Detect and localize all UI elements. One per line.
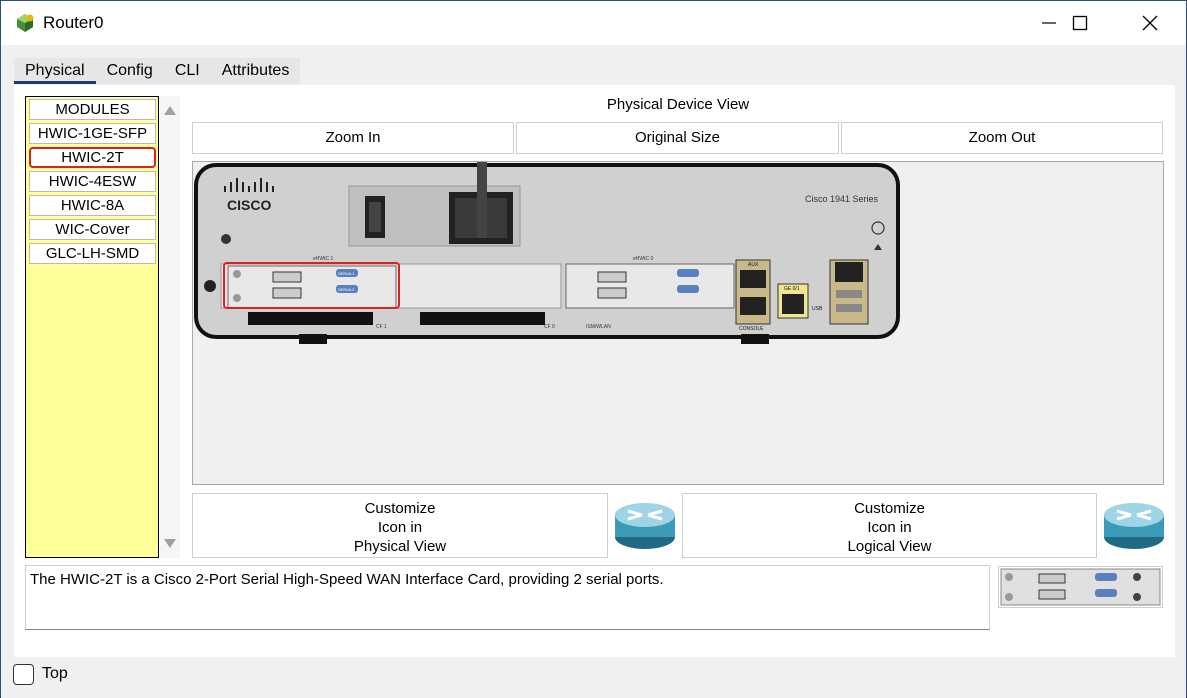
svg-text:ISM/WLAN: ISM/WLAN — [586, 324, 611, 330]
modules-list[interactable]: MODULES HWIC-1GE-SFP HWIC-2T HWIC-4ESW H… — [25, 96, 159, 558]
svg-text:eHWIC 1: eHWIC 1 — [313, 256, 334, 262]
slot-ehwic0[interactable] — [565, 263, 735, 309]
zoom-out-button[interactable]: Zoom Out — [841, 122, 1163, 154]
customize-physical-icon-button[interactable]: Customize Icon in Physical View — [192, 493, 608, 558]
close-icon — [1142, 15, 1158, 31]
module-item-glc-lh-smd[interactable]: GLC-LH-SMD — [29, 243, 156, 264]
physical-tab-content: MODULES HWIC-1GE-SFP HWIC-2T HWIC-4ESW H… — [14, 85, 1175, 657]
close-button[interactable] — [1115, 1, 1185, 45]
scroll-down-arrow-icon[interactable] — [164, 539, 176, 548]
router-physical-icon — [615, 503, 675, 549]
maximize-icon — [1072, 15, 1088, 31]
zoom-in-button[interactable]: Zoom In — [192, 122, 514, 154]
top-label: Top — [42, 665, 68, 682]
packet-tracer-icon — [17, 14, 34, 32]
tab-physical[interactable]: Physical — [14, 58, 96, 84]
svg-text:CF 0: CF 0 — [544, 324, 555, 330]
cisco-logo-text: CISCO — [227, 197, 271, 213]
tab-attributes[interactable]: Attributes — [211, 58, 301, 84]
window-title: Router0 — [43, 13, 104, 32]
tab-config[interactable]: Config — [96, 58, 164, 84]
customize-logical-icon-button[interactable]: Customize Icon in Logical View — [682, 493, 1097, 558]
router-logical-icon — [1104, 503, 1164, 549]
module-item-hwic-4esw[interactable]: HWIC-4ESW — [29, 171, 156, 192]
maximize-button[interactable] — [1045, 1, 1115, 45]
module-description: The HWIC-2T is a Cisco 2-Port Serial Hig… — [25, 565, 990, 630]
series-label: Cisco 1941 Series — [805, 194, 879, 204]
svg-text:GE 0/1: GE 0/1 — [784, 286, 800, 292]
svg-text:SERIAL0: SERIAL0 — [338, 287, 355, 292]
module-item-wic-cover[interactable]: WIC-Cover — [29, 219, 156, 240]
scroll-up-arrow-icon[interactable] — [164, 106, 176, 115]
svg-text:CONSOLE: CONSOLE — [739, 326, 764, 332]
footer-bar: Top — [1, 657, 1186, 698]
module-thumbnail — [998, 566, 1163, 608]
device-view-canvas[interactable]: CISCO Cisco 1941 Series eHWIC 1 SERIAL1 … — [192, 161, 1164, 485]
module-item-hwic-8a[interactable]: HWIC-8A — [29, 195, 156, 216]
tab-cli[interactable]: CLI — [164, 58, 211, 84]
physical-device-view-label: Physical Device View — [606, 96, 750, 113]
tab-bar: Physical Config CLI Attributes — [14, 58, 301, 84]
hwic-2t-card[interactable] — [227, 265, 397, 309]
module-item-hwic-2t[interactable]: HWIC-2T — [29, 147, 156, 168]
router-window: Router0 Physical Config CLI Attributes M… — [0, 0, 1187, 698]
svg-text:CF 1: CF 1 — [376, 324, 387, 330]
module-item-hwic-1ge-sfp[interactable]: HWIC-1GE-SFP — [29, 123, 156, 144]
original-size-button[interactable]: Original Size — [516, 122, 839, 154]
router-rear-panel: CISCO Cisco 1941 Series eHWIC 1 SERIAL1 … — [194, 162, 900, 344]
modules-scrollbar[interactable] — [160, 96, 180, 558]
svg-text:AUX: AUX — [748, 262, 759, 268]
top-checkbox[interactable] — [13, 664, 34, 685]
svg-text:SERIAL1: SERIAL1 — [338, 271, 355, 276]
power-cable — [477, 162, 487, 238]
module-item-header[interactable]: MODULES — [29, 99, 156, 120]
title-bar[interactable]: Router0 — [1, 1, 1186, 45]
svg-text:eHWIC 0: eHWIC 0 — [633, 256, 654, 262]
svg-text:USB: USB — [812, 306, 823, 312]
